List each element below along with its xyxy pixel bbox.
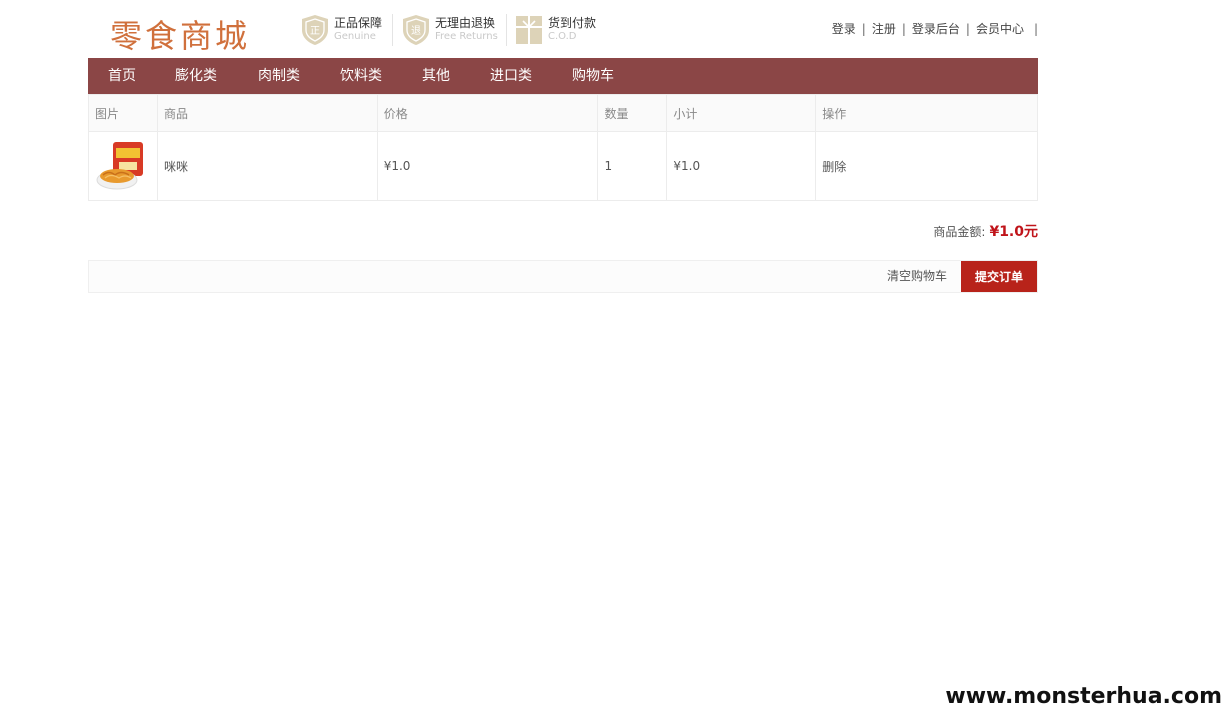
- guarantee-subtitle: Free Returns: [435, 31, 498, 42]
- column-header-action: 操作: [815, 94, 1038, 132]
- clear-cart-button[interactable]: 清空购物车: [887, 261, 947, 292]
- table-row: 咪咪 ¥1.0 1 ¥1.0 删除: [88, 131, 1038, 201]
- svg-text:正: 正: [310, 26, 320, 37]
- divider: [392, 14, 393, 46]
- page: 零食商城 正 正品保障 Genuine 退 无理由退换 Free Returns…: [0, 0, 1225, 725]
- product-quantity: 1: [597, 131, 668, 201]
- product-image[interactable]: [95, 140, 147, 192]
- nav-item-meat[interactable]: 肉制类: [258, 58, 300, 94]
- order-total: 商品金额: ¥1.0元: [933, 221, 1038, 241]
- nav-item-drinks[interactable]: 饮料类: [340, 58, 382, 94]
- link-separator: |: [901, 21, 906, 36]
- cart-header-row: 图片 商品 价格 数量 小计 操作: [88, 94, 1038, 132]
- guarantee-subtitle: C.O.D: [548, 31, 577, 42]
- admin-login-link[interactable]: 登录后台: [912, 20, 960, 37]
- total-label: 商品金额:: [933, 225, 986, 239]
- nav-item-cart[interactable]: 购物车: [572, 58, 614, 94]
- nav-item-imported[interactable]: 进口类: [490, 58, 532, 94]
- guarantee-title: 正品保障: [334, 16, 383, 30]
- content-wrapper: 零食商城 正 正品保障 Genuine 退 无理由退换 Free Returns…: [88, 0, 1038, 293]
- delete-link[interactable]: 删除: [815, 131, 1038, 201]
- nav-item-other[interactable]: 其他: [422, 58, 450, 94]
- product-image-cell: [88, 131, 158, 201]
- genuine-shield-icon: 正: [300, 14, 330, 46]
- link-separator: |: [1033, 21, 1038, 36]
- main-nav: 首页 膨化类 肉制类 饮料类 其他 进口类 购物车: [88, 58, 1038, 94]
- column-header-quantity: 数量: [597, 94, 668, 132]
- login-link[interactable]: 登录: [832, 20, 856, 37]
- guarantee-returns: 退 无理由退换 Free Returns: [401, 12, 498, 48]
- nav-item-home[interactable]: 首页: [108, 58, 136, 94]
- link-separator: |: [861, 21, 866, 36]
- guarantee-title: 无理由退换: [435, 16, 496, 30]
- column-header-product: 商品: [156, 94, 378, 132]
- cart-actions-bar: 清空购物车 提交订单: [88, 260, 1038, 293]
- nav-item-puffed[interactable]: 膨化类: [175, 58, 217, 94]
- guarantee-genuine: 正 正品保障 Genuine: [300, 12, 382, 48]
- svg-text:退: 退: [411, 25, 421, 37]
- column-header-image: 图片: [88, 94, 158, 132]
- column-header-price: 价格: [376, 94, 599, 132]
- site-logo[interactable]: 零食商城: [110, 14, 250, 58]
- cart-table: 图片 商品 价格 数量 小计 操作 咪咪 ¥1.0 1 ¥1.0 删除: [88, 94, 1038, 201]
- cod-gift-icon: [514, 14, 544, 46]
- watermark: www.monsterhua.com: [945, 684, 1222, 709]
- guarantee-title: 货到付款: [548, 16, 597, 30]
- register-link[interactable]: 注册: [872, 20, 896, 37]
- product-subtotal: ¥1.0: [666, 131, 817, 201]
- returns-shield-icon: 退: [401, 14, 431, 46]
- product-name[interactable]: 咪咪: [156, 131, 378, 201]
- link-separator: |: [965, 21, 970, 36]
- total-amount: ¥1.0元: [989, 224, 1038, 240]
- guarantee-cod: 货到付款 C.O.D: [514, 12, 596, 48]
- site-header: 零食商城 正 正品保障 Genuine 退 无理由退换 Free Returns…: [88, 0, 1038, 58]
- user-links: 登录 | 注册 | 登录后台 | 会员中心 |: [832, 20, 1038, 37]
- column-header-subtotal: 小计: [666, 94, 817, 132]
- submit-order-button[interactable]: 提交订单: [961, 261, 1037, 292]
- divider: [506, 14, 507, 46]
- member-center-link[interactable]: 会员中心: [976, 20, 1024, 37]
- guarantee-subtitle: Genuine: [334, 31, 376, 42]
- product-price: ¥1.0: [376, 131, 599, 201]
